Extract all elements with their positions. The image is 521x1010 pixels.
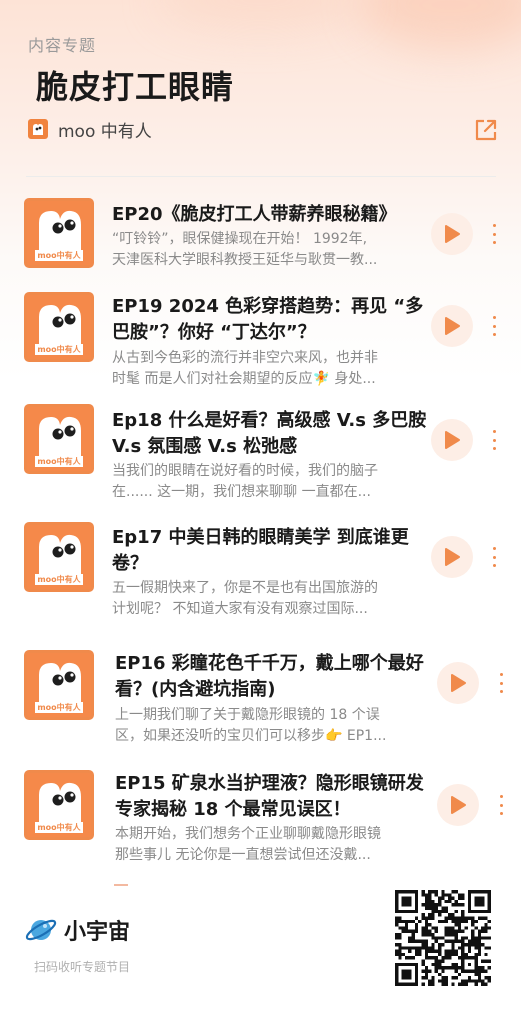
more-options-icon[interactable] <box>490 547 498 567</box>
episode-description-line: 五一假期快来了，你是不是也有出国旅游的 <box>112 580 378 596</box>
episode-title-line: EP20《脆皮打工人带薪养眼秘籍》 <box>112 204 397 225</box>
episode-description-line: 从古到今色彩的流行并非空穴来风，也并非 <box>112 350 378 366</box>
play-button[interactable] <box>431 536 473 578</box>
episode-cover[interactable]: moo中有人 <box>24 650 94 720</box>
more-options-icon[interactable] <box>490 224 498 244</box>
cover-label: moo中有人 <box>37 823 81 832</box>
play-icon <box>451 796 466 814</box>
share-icon[interactable] <box>474 118 498 142</box>
episode-title-line: 看？(内含避坑指南) <box>115 679 276 700</box>
play-icon <box>445 225 460 243</box>
episode-description: 从古到今色彩的流行并非空穴来风，也并非 时髦 而是人们对社会期望的反应🧚 身处..… <box>112 348 423 390</box>
episode-title[interactable]: EP20《脆皮打工人带薪养眼秘籍》 <box>112 202 397 228</box>
episode-description: 本期开始，我们想务个正业聊聊戴隐形眼镜 那些事儿 无论你是一直想尝试但还没戴... <box>115 824 429 866</box>
page-title: 脆皮打工眼睛 <box>36 68 235 106</box>
episode-title-line: 巴胺”？你好 “丁达尔”？ <box>112 322 316 343</box>
episode-title[interactable]: Ep17 中美日韩的眼睛美学 到底谁更 卷？ <box>112 525 409 577</box>
episode-description-line: 天津医科大学眼科教授王延华与耿贯一教... <box>112 252 378 268</box>
footer-brand: 小宇宙 <box>24 914 130 946</box>
more-options-icon[interactable] <box>497 795 505 815</box>
episode-description: 上一期我们聊了关于戴隐形眼镜的 18 个误 区，如果还没听的宝贝们可以移步👉 EP… <box>115 705 429 747</box>
episode-title[interactable]: EP15 矿泉水当护理液？隐形眼镜研发 专家揭秘 18 个最常见误区！ <box>115 771 424 823</box>
episode-description-line: 在...... 这一期，我们想来聊聊 一直都在... <box>112 484 371 500</box>
episode-description-line: 时髦 而是人们对社会期望的反应🧚 身处... <box>112 371 376 387</box>
episode-description-line: 计划呢？ 不知道大家有没有观察过国际... <box>112 601 368 617</box>
episode-cover[interactable]: moo中有人 <box>24 522 94 592</box>
play-icon <box>445 548 460 566</box>
play-button[interactable] <box>431 419 473 461</box>
author-name: moo 中有人 <box>58 121 152 142</box>
author-link[interactable]: moo 中有人 <box>28 118 152 142</box>
topic-kicker: 内容专题 <box>28 36 97 55</box>
episode-title-line: 卷？ <box>112 553 148 574</box>
cover-label: moo中有人 <box>37 251 81 260</box>
divider <box>26 176 496 177</box>
episode-description-line: 区，如果还没听的宝贝们可以移步👉 EP1... <box>115 728 387 744</box>
episode-description: 当我们的眼睛在说好看的时候，我们的脑子 在...... 这一期，我们想来聊聊 一直… <box>112 461 423 503</box>
qr-code[interactable] <box>395 890 491 986</box>
footer-hint: 扫码收听专题节目 <box>34 960 131 974</box>
episode-cover[interactable]: moo中有人 <box>24 404 94 474</box>
episode-title-line: Ep17 中美日韩的眼睛美学 到底谁更 <box>112 527 409 548</box>
episode-description-line: 上一期我们聊了关于戴隐形眼镜的 18 个误 <box>115 707 380 723</box>
episode-title[interactable]: EP16 彩瞳花色千千万，戴上哪个最好 看？(内含避坑指南) <box>115 651 424 703</box>
play-button[interactable] <box>431 305 473 347</box>
episode-title-line: EP19 2024 色彩穿搭趋势：再见 “多 <box>112 296 424 317</box>
play-button[interactable] <box>437 784 479 826</box>
more-options-icon[interactable] <box>490 316 498 336</box>
episode-title[interactable]: Ep18 什么是好看？高级感 V.s 多巴胺 V.s 氛围感 V.s 松弛感 <box>112 408 426 460</box>
episode-cover[interactable]: moo中有人 <box>24 198 94 268</box>
episode-title[interactable]: EP19 2024 色彩穿搭趋势：再见 “多 巴胺”？你好 “丁达尔”？ <box>112 294 423 346</box>
episode-description-line: 当我们的眼睛在说好看的时候，我们的脑子 <box>112 463 378 479</box>
episode-description-line: 本期开始，我们想务个正业聊聊戴隐形眼镜 <box>115 826 381 842</box>
episode-description: “叮铃铃”，眼保健操现在开始！ 1992年, 天津医科大学眼科教授王延华与耿贯一教… <box>112 229 423 271</box>
episode-description-line: “叮铃铃”，眼保健操现在开始！ 1992年, <box>112 231 368 247</box>
brand-name: 小宇宙 <box>64 920 131 945</box>
play-icon <box>451 674 466 692</box>
cover-label: moo中有人 <box>37 345 81 354</box>
planet-logo-icon <box>25 919 57 941</box>
episode-title-line: 专家揭秘 18 个最常见误区！ <box>115 799 351 820</box>
play-button[interactable] <box>437 662 479 704</box>
episode-title-line: V.s 氛围感 V.s 松弛感 <box>112 436 298 457</box>
cover-label: moo中有人 <box>37 703 81 712</box>
episode-title-line: EP16 彩瞳花色千千万，戴上哪个最好 <box>115 653 424 674</box>
play-icon <box>445 431 460 449</box>
episode-cover[interactable]: moo中有人 <box>24 292 94 362</box>
episode-cover[interactable]: moo中有人 <box>24 770 94 840</box>
episode-title-line: Ep18 什么是好看？高级感 V.s 多巴胺 <box>112 410 427 431</box>
episode-description: 五一假期快来了，你是不是也有出国旅游的 计划呢？ 不知道大家有没有观察过国际... <box>112 578 423 620</box>
episode-description-line: 那些事儿 无论你是一直想尝试但还没戴... <box>115 847 371 863</box>
cover-label: moo中有人 <box>37 457 81 466</box>
episode-title-line: EP15 矿泉水当护理液？隐形眼镜研发 <box>115 773 424 794</box>
more-options-icon[interactable] <box>497 673 505 693</box>
play-button[interactable] <box>431 213 473 255</box>
author-avatar <box>28 119 48 139</box>
cover-label: moo中有人 <box>37 575 81 584</box>
list-continuation-mark <box>114 884 128 886</box>
play-icon <box>445 317 460 335</box>
more-options-icon[interactable] <box>490 430 498 450</box>
